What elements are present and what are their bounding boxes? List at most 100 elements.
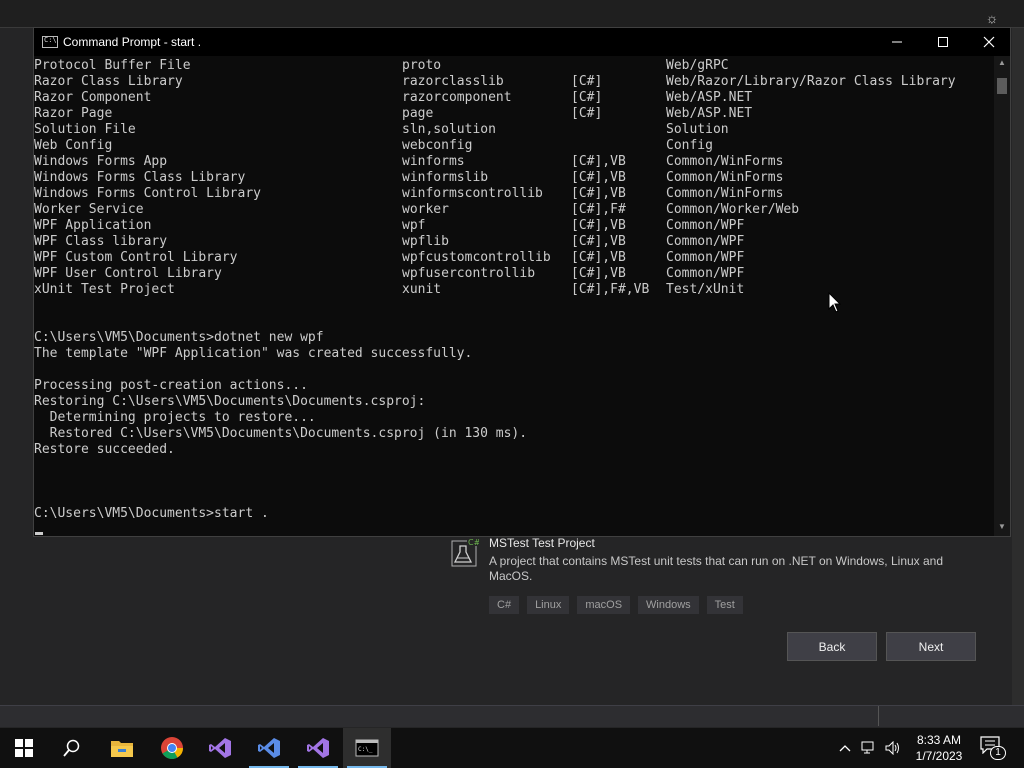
template-name: Worker Service	[34, 202, 144, 217]
visual-studio-preview-icon	[258, 738, 280, 758]
template-tags: Web/Razor/Library/Razor Class Library	[666, 74, 956, 89]
visual-studio-icon	[307, 738, 329, 758]
template-row: WPF Application wpf [C#],VB Common/WPF	[34, 218, 992, 234]
template-short: wpf	[402, 218, 426, 233]
template-lang: [C#]	[571, 106, 603, 121]
mouse-pointer-icon	[828, 292, 842, 313]
template-row: Web Config webconfig Config	[34, 138, 992, 154]
vs-right-margin	[1012, 28, 1024, 708]
console-output[interactable]: Protocol Buffer File proto Web/gRPC Razor C…	[34, 58, 992, 538]
template-tags: Common/WinForms	[666, 154, 784, 169]
next-button[interactable]: Next	[886, 632, 976, 661]
template-short: sln,solution	[402, 122, 496, 137]
visual-studio-preview-button[interactable]	[245, 728, 293, 768]
output-line: C:\Users\VM5\Documents>dotnet new wpf	[34, 330, 324, 345]
network-icon[interactable]	[860, 739, 878, 757]
scrollbar[interactable]: ▲ ▼	[994, 56, 1010, 536]
theme-sun-icon[interactable]: ☼	[984, 10, 1000, 26]
template-tags: Web/ASP.NET	[666, 90, 753, 105]
template-short: winformscontrollib	[402, 186, 543, 201]
command-prompt-button[interactable]: C:\_	[343, 728, 391, 768]
tag-windows: Windows	[638, 596, 699, 614]
scroll-thumb[interactable]	[997, 78, 1007, 94]
search-button[interactable]	[48, 728, 96, 768]
clock-time: 8:33 AM	[916, 733, 962, 747]
template-description: A project that contains MSTest unit test…	[489, 554, 944, 583]
template-lang: [C#],VB	[571, 170, 626, 185]
cmd-app-icon: C:\	[42, 36, 58, 48]
template-row: Solution File sln,solution Solution	[34, 122, 992, 138]
template-row: xUnit Test Project xunit [C#],F#,VB Test/xU…	[34, 282, 992, 298]
template-short: wpfcustomcontrollib	[402, 250, 551, 265]
template-name: WPF User Control Library	[34, 266, 222, 281]
template-name: WPF Class library	[34, 234, 168, 249]
template-lang: [C#]	[571, 74, 603, 89]
tag-test: Test	[706, 596, 743, 614]
template-row: WPF Class library wpflib [C#],VB Common/WPF	[34, 234, 992, 250]
maximize-button[interactable]	[920, 28, 966, 56]
scroll-down-icon[interactable]: ▼	[994, 522, 1010, 534]
terminal-icon: C:\_	[355, 739, 379, 757]
vs-status-strip	[0, 705, 1024, 727]
clock[interactable]: 8:33 AM 1/7/2023	[908, 732, 970, 764]
visual-studio-button[interactable]	[196, 728, 244, 768]
template-name: WPF Application	[34, 218, 152, 233]
output-line: Processing post-creation actions...	[34, 378, 308, 393]
template-row: Razor Class Library razorclasslib [C#] Web/…	[34, 74, 992, 90]
cmd-title-bar[interactable]: C:\ Command Prompt - start .	[34, 28, 1010, 56]
notification-count: 1	[990, 746, 1006, 760]
template-short: worker	[402, 202, 449, 217]
tag-csharp: C#	[489, 596, 520, 614]
template-short: proto	[402, 58, 442, 73]
start-button[interactable]	[0, 728, 48, 768]
volume-icon[interactable]	[884, 739, 902, 757]
minimize-icon	[892, 41, 902, 43]
template-lang: [C#],VB	[571, 218, 626, 233]
minimize-button[interactable]	[874, 28, 920, 56]
template-row: Protocol Buffer File proto Web/gRPC	[34, 58, 992, 74]
file-explorer-button[interactable]	[98, 728, 146, 768]
template-list-item[interactable]: C# MSTest Test Project A project that co…	[448, 535, 988, 615]
template-tags: Common/WPF	[666, 218, 745, 233]
template-name: Protocol Buffer File	[34, 58, 191, 73]
template-tags: Common/Worker/Web	[666, 202, 800, 217]
template-tags: Config	[666, 138, 713, 153]
svg-text:C:\_: C:\_	[358, 746, 373, 753]
clock-date: 1/7/2023	[915, 749, 963, 763]
output-line: Restoring C:\Users\VM5\Documents\Documen…	[34, 394, 426, 409]
template-row: Windows Forms App winforms [C#],VB Common/W…	[34, 154, 992, 170]
command-prompt-window[interactable]: C:\ Command Prompt - start . Protocol Bu…	[33, 27, 1011, 537]
template-name: xUnit Test Project	[34, 282, 175, 297]
notifications-button[interactable]: 1	[980, 736, 1008, 760]
template-name: WPF Custom Control Library	[34, 250, 238, 265]
template-short: page	[402, 106, 434, 121]
chevron-up-icon[interactable]	[836, 739, 854, 757]
system-tray	[836, 728, 902, 768]
close-button[interactable]	[966, 28, 1012, 56]
template-tags: Common/WinForms	[666, 170, 784, 185]
windows-logo-icon	[15, 739, 33, 757]
taskbar: C:\_ 8:33 AM 1/7/2023 1	[0, 728, 1024, 768]
visual-studio-2-button[interactable]	[294, 728, 342, 768]
template-name: Razor Class Library	[34, 74, 183, 89]
template-tags: Common/WPF	[666, 266, 745, 281]
template-row: Razor Component razorcomponent [C#] Web/ASP…	[34, 90, 992, 106]
output-line: Restored C:\Users\VM5\Documents\Document…	[34, 426, 528, 441]
template-name: Razor Component	[34, 90, 152, 105]
tag-macos: macOS	[577, 596, 631, 614]
test-flask-icon: C#	[451, 537, 479, 567]
template-name: Windows Forms Control Library	[34, 186, 261, 201]
template-short: razorcomponent	[402, 90, 512, 105]
template-name: Web Config	[34, 138, 113, 153]
output-line: Restore succeeded.	[34, 442, 175, 457]
folder-icon	[111, 741, 133, 757]
back-button[interactable]: Back	[787, 632, 877, 661]
divider	[878, 706, 879, 726]
chrome-button[interactable]	[148, 728, 196, 768]
scroll-up-icon[interactable]: ▲	[994, 58, 1010, 70]
